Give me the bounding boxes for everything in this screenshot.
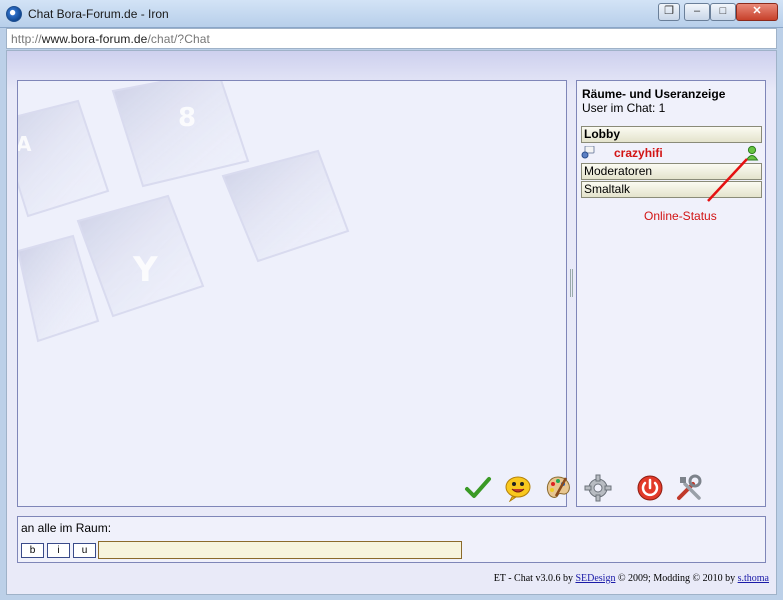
sthoma-link[interactable]: s.thoma: [738, 573, 769, 584]
room-lobby[interactable]: Lobby: [581, 126, 762, 143]
svg-text:8: 8: [178, 103, 196, 133]
maximize-button[interactable]: □: [710, 3, 736, 21]
browser-icon: [6, 6, 22, 22]
room-moderatoren[interactable]: Moderatoren: [581, 163, 762, 180]
user-profile-icon: [581, 146, 595, 159]
footer-prefix: ET - Chat v3.0.6 by: [493, 573, 576, 584]
admin-tools-icon[interactable]: [675, 474, 703, 502]
sedesign-link[interactable]: SEDesign: [575, 573, 615, 584]
italic-button[interactable]: i: [47, 543, 70, 558]
svg-text:A: A: [18, 132, 32, 156]
logout-power-icon[interactable]: [636, 474, 664, 502]
window-title: Chat Bora-Forum.de - Iron: [28, 7, 169, 21]
address-text: http://www.bora-forum.de/chat/?Chat: [11, 32, 210, 46]
message-input-panel: an alle im Raum: b i u: [17, 516, 766, 563]
room-user-panel: Räume- und Useranzeige User im Chat: 1 L…: [576, 80, 766, 507]
chat-page: 8 Y A Räume- und Useranzeige User im Cha…: [6, 50, 777, 595]
send-checkmark-icon[interactable]: [464, 474, 492, 502]
room-user-heading: Räume- und Useranzeige: [582, 87, 726, 101]
minimize-button[interactable]: –: [684, 3, 710, 21]
bold-button[interactable]: b: [21, 543, 44, 558]
underline-button[interactable]: u: [73, 543, 96, 558]
recipient-label: an alle im Raum:: [21, 521, 112, 535]
panel-splitter[interactable]: [570, 269, 573, 297]
url-path: /chat/?Chat: [147, 32, 210, 46]
close-button[interactable]: ✕: [736, 3, 778, 21]
chat-message-area[interactable]: 8 Y A: [17, 80, 567, 507]
user-name: crazyhifi: [614, 146, 663, 160]
gear-icon[interactable]: [584, 474, 612, 502]
palette-icon[interactable]: [544, 474, 572, 502]
footer-middle: © 2009; Modding © 2010 by: [615, 573, 738, 584]
user-list-item[interactable]: crazyhifi: [581, 145, 762, 161]
window-menu-button[interactable]: ❐: [658, 3, 680, 21]
keyboard-background-image: 8 Y A: [18, 81, 350, 343]
smiley-icon[interactable]: [504, 474, 532, 502]
online-status-annotation: Online-Status: [644, 209, 717, 223]
message-input[interactable]: [98, 541, 462, 559]
online-status-icon: [745, 145, 759, 161]
svg-text:Y: Y: [132, 250, 158, 290]
footer-credits: ET - Chat v3.0.6 by SEDesign © 2009; Mod…: [494, 573, 769, 584]
room-smaltalk[interactable]: Smaltalk: [581, 181, 762, 198]
user-count-label: User im Chat: 1: [582, 101, 666, 115]
title-bar: Chat Bora-Forum.de - Iron ❐ – □ ✕: [0, 0, 783, 28]
url-host: www.bora-forum.de: [41, 32, 148, 46]
url-scheme: http://: [11, 32, 42, 46]
address-bar[interactable]: http://www.bora-forum.de/chat/?Chat: [6, 28, 777, 49]
